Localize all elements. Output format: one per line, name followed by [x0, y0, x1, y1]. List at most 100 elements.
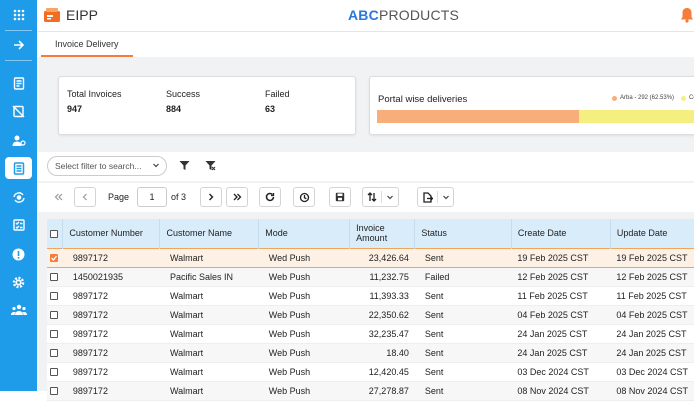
column-header[interactable]: Update Date — [610, 219, 694, 248]
sidebar-divider — [5, 60, 32, 61]
page-of-label: of 3 — [171, 192, 187, 202]
bell-icon[interactable] — [680, 7, 694, 25]
cell-num: 1450021935 — [62, 267, 160, 287]
cell-num: 9897172 — [62, 305, 160, 325]
row-select-cell — [47, 343, 63, 363]
app-logo[interactable]: EIPP — [43, 7, 98, 23]
cell-num: 9897172 — [62, 247, 160, 268]
checklist-icon[interactable] — [5, 214, 32, 236]
filter-select[interactable]: Select filter to search... — [47, 156, 167, 176]
table-header-row: Customer Number Customer Name Mode Invoi… — [47, 219, 694, 248]
row-checkbox[interactable] — [50, 349, 58, 358]
cell-name: Walmart — [159, 324, 259, 344]
row-select-cell — [47, 247, 63, 268]
invoice-icon[interactable] — [5, 72, 32, 94]
cell-status: Sent — [414, 362, 512, 382]
expand-arrow-icon[interactable] — [5, 34, 32, 56]
column-header[interactable]: Customer Name — [159, 219, 260, 248]
legend-label: Arba - 292 (62.53%) — [620, 95, 675, 101]
row-select-cell — [47, 324, 63, 344]
cell-created: 24 Jan 2025 CST — [511, 324, 611, 344]
export-button[interactable] — [417, 187, 454, 207]
table-row[interactable]: 9897172 Walmart Web Push 32,235.47 Sent 24 Ja… — [47, 324, 694, 344]
cell-status: Failed — [414, 267, 512, 287]
filter-icon[interactable] — [174, 155, 194, 175]
refresh-user-icon[interactable] — [5, 186, 32, 208]
table-row[interactable]: 9897172 Walmart Web Push 18.40 Sent 24 Jan 20… — [47, 343, 694, 363]
column-header[interactable]: Mode — [258, 219, 351, 248]
row-checkbox[interactable] — [50, 254, 58, 263]
history-icon[interactable] — [293, 187, 315, 207]
page-number-input[interactable]: 1 — [137, 187, 167, 207]
row-checkbox[interactable] — [50, 292, 58, 301]
portal-deliveries-card: Portal wise deliveries Arba - 292 (62.53… — [369, 76, 694, 135]
table-body: 9897172 Walmart Wed Push 23,426.64 Sent 19 Fe… — [47, 247, 694, 401]
stat-failed: Failed 63 — [265, 89, 290, 114]
column-header[interactable]: Status — [414, 219, 512, 248]
row-select-cell — [47, 305, 63, 325]
cell-updated: 19 Feb 2025 CST — [610, 247, 694, 268]
table-toolbar: Page 1 of 3 — [37, 183, 694, 212]
tab-invoice-delivery[interactable]: Invoice Delivery — [41, 32, 133, 57]
row-checkbox[interactable] — [50, 387, 58, 396]
table-row[interactable]: 9897172 Walmart Web Push 12,420.45 Sent 03 De… — [47, 362, 694, 382]
sort-button[interactable] — [362, 187, 399, 207]
cell-updated: 24 Jan 2025 CST — [610, 324, 694, 344]
cell-mode: Web Push — [258, 324, 350, 344]
row-checkbox[interactable] — [50, 330, 58, 339]
cell-updated: 11 Feb 2025 CST — [610, 286, 694, 306]
refresh-icon[interactable] — [259, 187, 281, 207]
column-header[interactable]: Customer Number — [62, 219, 161, 248]
cell-amount: 12,420.45 — [349, 362, 415, 382]
alert-icon[interactable] — [5, 243, 32, 265]
brand-part1: ABC — [348, 7, 379, 23]
row-checkbox[interactable] — [50, 368, 58, 377]
next-page-button[interactable] — [200, 187, 222, 207]
main-content: Total Invoices 947 Success 884 Failed 63… — [37, 57, 694, 401]
select-all-checkbox[interactable] — [50, 229, 58, 238]
user-settings-icon[interactable] — [5, 129, 32, 151]
sidebar-divider — [5, 30, 32, 31]
last-page-button[interactable] — [226, 187, 248, 207]
cell-updated: 04 Feb 2025 CST — [610, 305, 694, 325]
row-select-cell — [47, 267, 63, 287]
no-invoice-icon[interactable] — [5, 100, 32, 122]
stat-total-invoices: Total Invoices 947 — [67, 89, 122, 114]
row-checkbox[interactable] — [50, 273, 58, 282]
table-row[interactable]: 9897172 Walmart Web Push 22,350.62 Sent 04 Fe… — [47, 305, 694, 325]
cell-name: Walmart — [159, 343, 259, 363]
cell-num: 9897172 — [62, 324, 160, 344]
cell-status: Sent — [414, 286, 512, 306]
cell-num: 9897172 — [62, 343, 160, 363]
stat-label: Total Invoices — [67, 89, 122, 99]
save-icon[interactable] — [329, 187, 351, 207]
row-checkbox[interactable] — [50, 311, 58, 320]
brand-part2: PRODUCTS — [378, 7, 460, 23]
progress-segment — [377, 110, 579, 123]
table-row[interactable]: 9897172 Walmart Web Push 11,393.33 Sent 11 Fe… — [47, 286, 694, 306]
team-icon[interactable] — [5, 299, 32, 321]
cell-amount: 22,350.62 — [349, 305, 415, 325]
column-header[interactable]: Create Date — [511, 219, 611, 248]
cell-amount: 18.40 — [349, 343, 415, 363]
cell-status: Sent — [414, 324, 512, 344]
export-icon — [422, 191, 433, 203]
table-row[interactable]: 1450021935 Pacific Sales IN Web Push 11,232… — [47, 267, 694, 287]
table-row[interactable]: 9897172 Walmart Wed Push 23,426.64 Sent 19 Fe… — [47, 247, 694, 268]
document-list-icon[interactable] — [5, 157, 32, 179]
cell-created: 24 Jan 2025 CST — [511, 343, 611, 363]
gear-icon[interactable] — [5, 271, 32, 293]
apps-grid-icon[interactable] — [5, 4, 32, 26]
clear-filter-icon[interactable] — [200, 155, 220, 175]
stat-label: Failed — [265, 89, 290, 99]
row-select-cell — [47, 286, 63, 306]
first-page-button[interactable] — [47, 187, 69, 207]
tab-bar: Invoice Delivery — [37, 32, 694, 57]
sidebar — [0, 0, 37, 391]
prev-page-button[interactable] — [74, 187, 96, 207]
app-logo-icon — [44, 8, 60, 22]
cell-amount: 23,426.64 — [349, 247, 415, 268]
portal-title: Portal wise deliveries — [378, 94, 468, 105]
chevron-down-icon — [387, 195, 393, 200]
column-header[interactable]: Invoice Amount — [349, 219, 416, 248]
